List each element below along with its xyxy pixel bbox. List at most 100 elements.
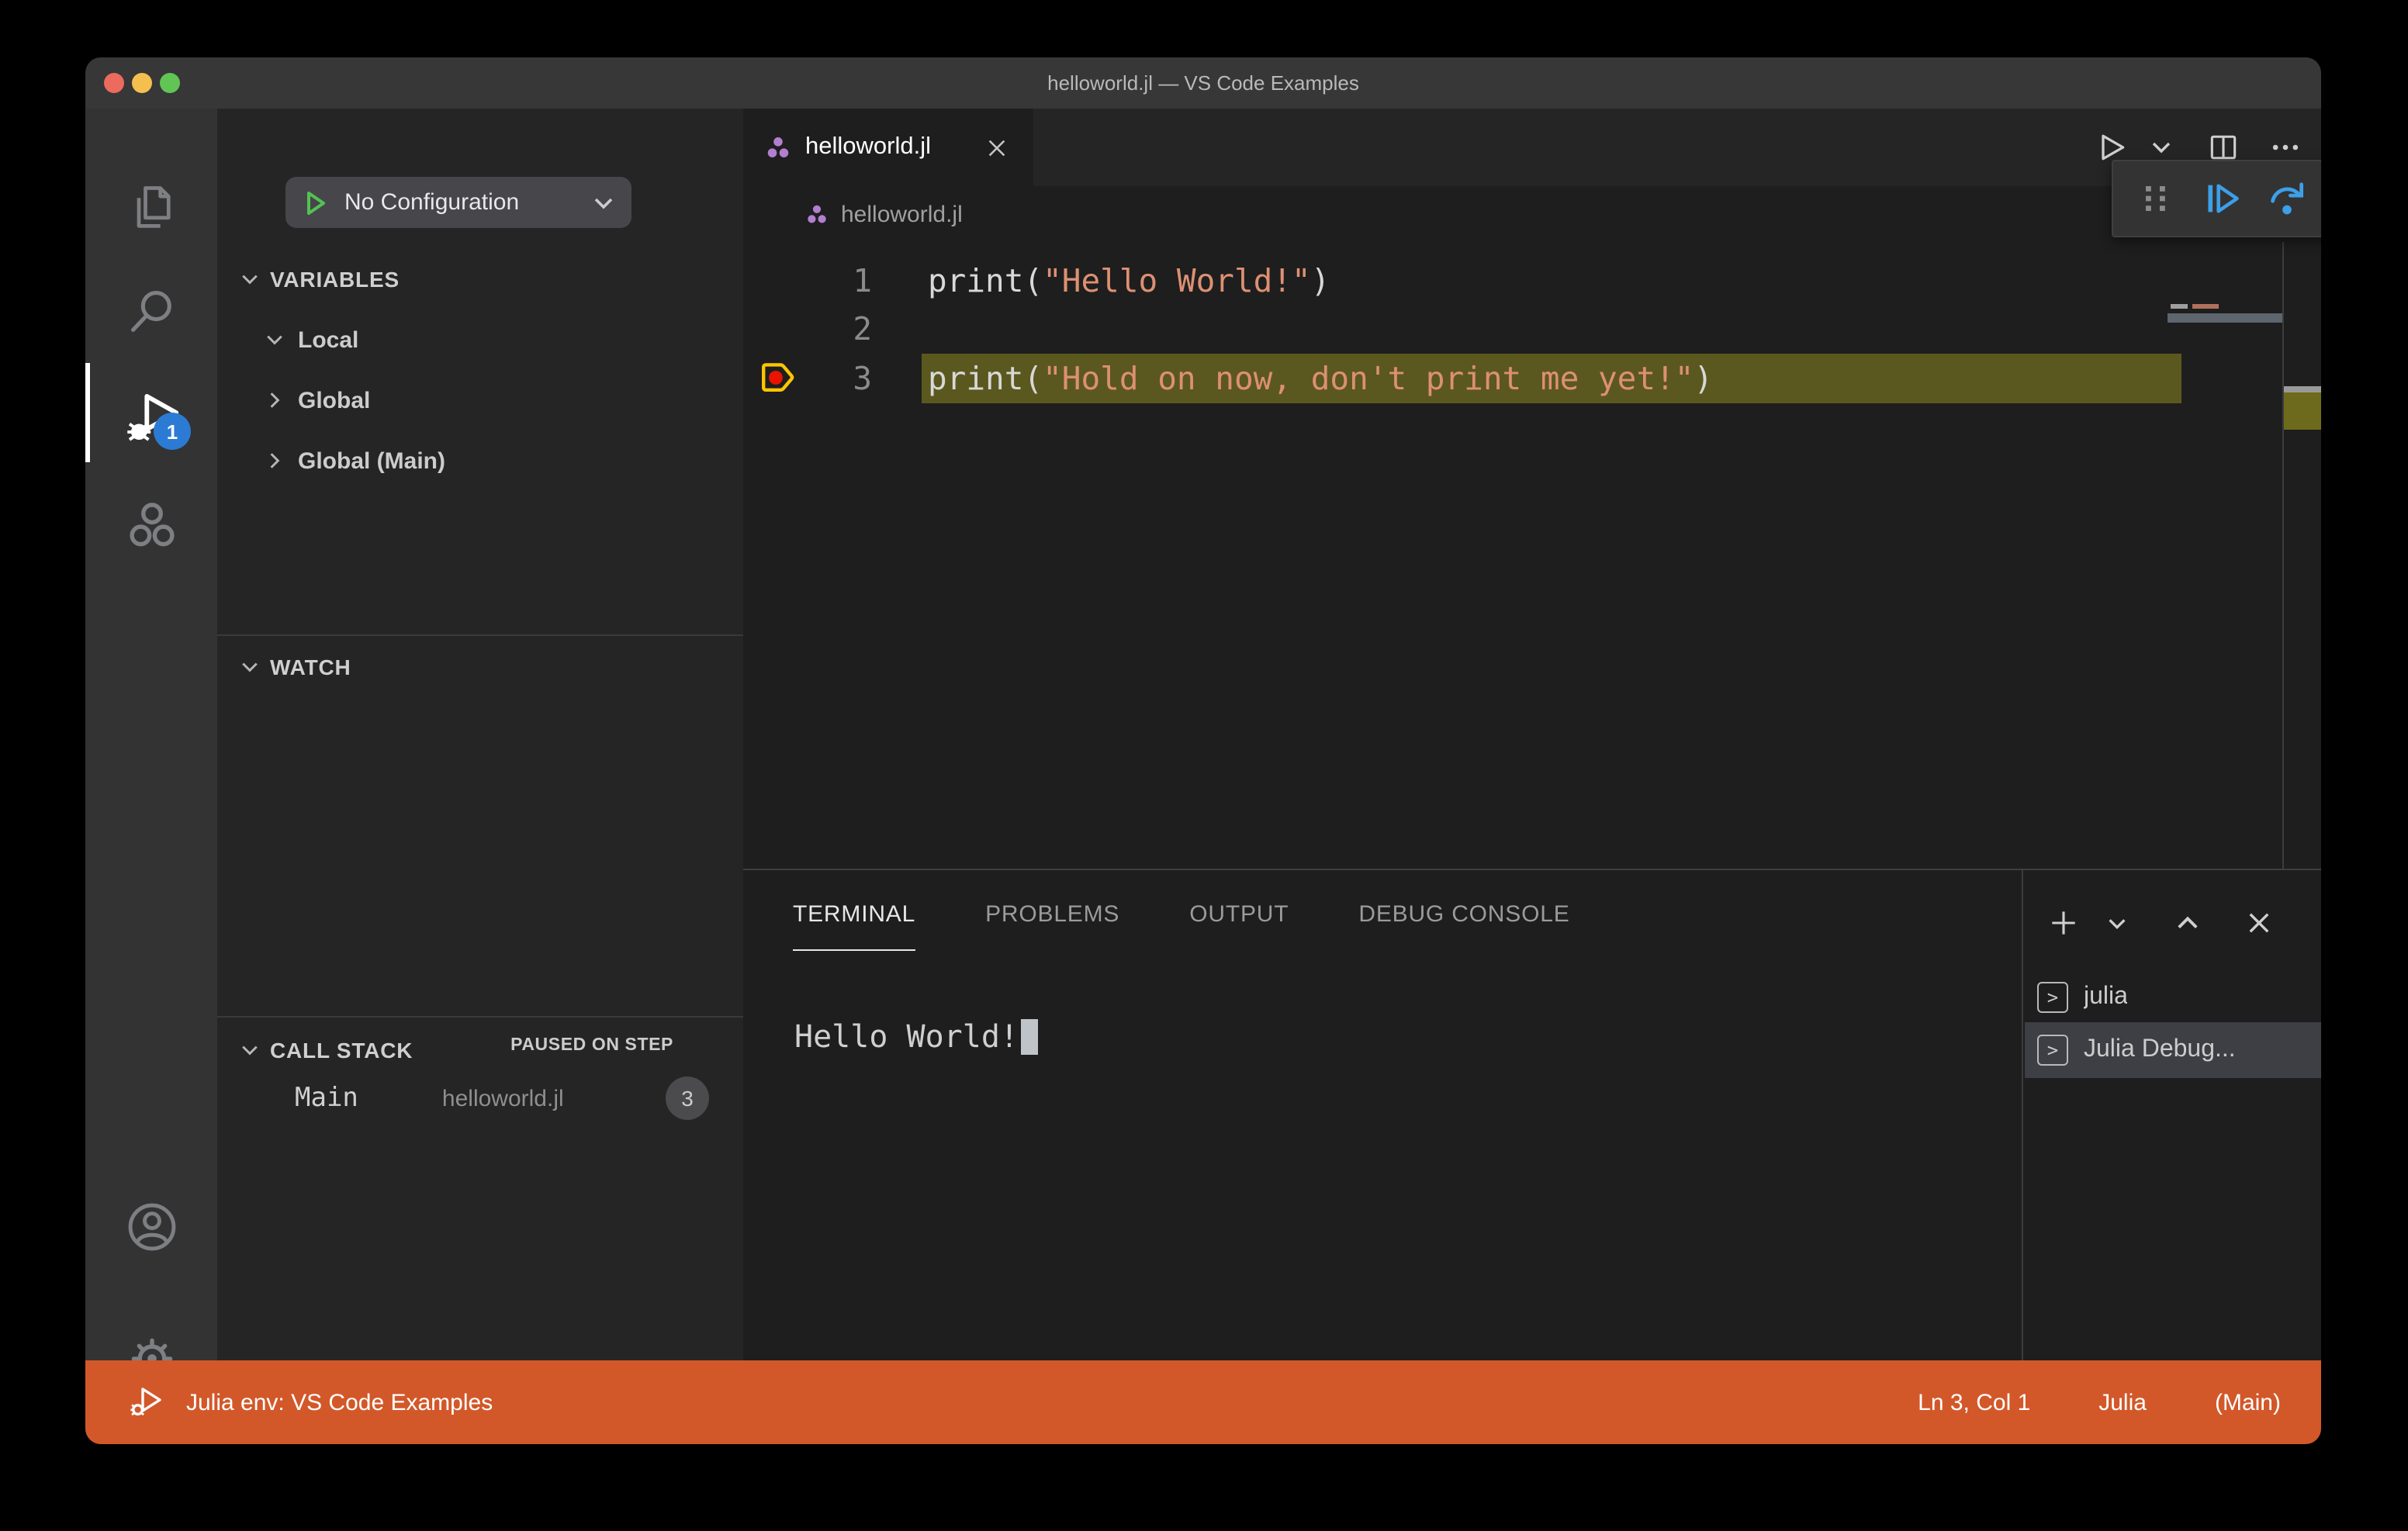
terminal-item-icon: > xyxy=(2037,1035,2068,1066)
julia-debug-icon xyxy=(129,1384,166,1421)
drag-handle-icon[interactable] xyxy=(2135,177,2178,220)
ruler-current-line-marker xyxy=(2284,392,2321,430)
chevron-down-icon xyxy=(236,653,264,681)
debug-sidebar: No Configuration VARIABLES Local Global … xyxy=(217,109,864,1390)
overview-ruler[interactable] xyxy=(2282,242,2321,869)
section-title: WATCH xyxy=(270,655,351,679)
token-paren: ) xyxy=(1310,261,1330,299)
close-tab-icon[interactable] xyxy=(981,132,1012,163)
breadcrumb[interactable]: helloworld.jl xyxy=(743,186,2321,242)
debug-config-dropdown[interactable]: No Configuration xyxy=(285,177,631,228)
start-debug-icon xyxy=(301,188,329,216)
repl-module-status[interactable]: (Main) xyxy=(2215,1389,2281,1415)
terminal-cursor xyxy=(1020,1018,1037,1054)
step-over-button[interactable] xyxy=(2266,177,2309,220)
close-button[interactable] xyxy=(104,73,124,93)
active-view-indicator xyxy=(85,363,90,462)
breakpoint-current-line-icon[interactable] xyxy=(759,357,801,399)
tree-item-local[interactable]: Local xyxy=(261,320,726,360)
terminal-output-text: Hello World! xyxy=(794,1018,1019,1055)
editor-area: helloworld.jl helloworld.jl 1 print ("H… xyxy=(743,109,2321,869)
language-mode-status[interactable]: Julia xyxy=(2098,1389,2147,1415)
tab-label: helloworld.jl xyxy=(805,133,931,160)
minimap[interactable] xyxy=(2168,242,2282,869)
code-line-1[interactable]: 1 print("Hello World!") xyxy=(743,256,2321,305)
code-line-2[interactable]: 2 xyxy=(743,305,2321,354)
terminal-item-label: julia xyxy=(2084,983,2128,1010)
explorer-icon xyxy=(125,181,178,234)
chevron-down-icon xyxy=(261,326,289,354)
vscode-window: helloworld.jl — VS Code Examples 1 No Co… xyxy=(85,57,2321,1444)
zoom-button[interactable] xyxy=(160,73,180,93)
call-stack-section-header[interactable]: CALL STACK xyxy=(236,1032,546,1069)
tree-item-label: Global xyxy=(298,387,371,413)
account-icon xyxy=(123,1199,179,1255)
tab-debug-console[interactable]: DEBUG CONSOLE xyxy=(1358,901,1569,951)
cursor-position-status[interactable]: Ln 3, Col 1 xyxy=(1918,1389,2030,1415)
code-line-3[interactable]: 3 print("Hold on now, don't print me yet… xyxy=(743,354,2321,403)
terminal-viewport[interactable]: Hello World! xyxy=(794,1018,1037,1055)
chevron-down-icon xyxy=(236,265,264,293)
terminal-item-label: Julia Debug... xyxy=(2084,1036,2236,1063)
chevron-down-icon xyxy=(236,1036,264,1064)
chevron-down-icon xyxy=(591,190,616,215)
call-stack-frame[interactable]: Main helloworld.jl 3 xyxy=(217,1073,743,1123)
frame-name: Main xyxy=(295,1083,358,1114)
julia-env-label: Julia env: VS Code Examples xyxy=(186,1389,493,1415)
token-paren: ) xyxy=(1694,359,1714,397)
gutter[interactable]: 2 xyxy=(743,305,922,354)
minimap-line-1 xyxy=(2171,304,2219,309)
bottom-panel: TERMINAL PROBLEMS OUTPUT DEBUG CONSOLE H… xyxy=(743,869,2321,1362)
tab-helloworld[interactable]: helloworld.jl xyxy=(743,109,1033,186)
status-bar-right: Ln 3, Col 1 Julia (Main) xyxy=(1918,1389,2281,1415)
token-string: "Hold on now, don't print me yet!" xyxy=(1043,359,1694,397)
line-number: 3 xyxy=(853,359,872,397)
token-string: "Hello World!" xyxy=(1043,261,1311,299)
julia-icon xyxy=(123,498,179,554)
ruler-selection-marker xyxy=(2284,386,2321,392)
julia-file-icon xyxy=(765,134,791,161)
debug-toolbar xyxy=(2112,160,2321,237)
terminal-list-item-julia[interactable]: > julia xyxy=(2025,973,2321,1022)
activity-bar: 1 xyxy=(85,109,217,1380)
watch-section-header[interactable]: WATCH xyxy=(236,648,732,686)
account-button[interactable] xyxy=(85,1171,217,1283)
tab-terminal[interactable]: TERMINAL xyxy=(793,901,916,951)
desktop-background: helloworld.jl — VS Code Examples 1 No Co… xyxy=(0,0,2408,1531)
tab-problems[interactable]: PROBLEMS xyxy=(985,901,1119,951)
section-title: CALL STACK xyxy=(270,1038,413,1063)
tab-bar: helloworld.jl xyxy=(743,109,2321,186)
gutter[interactable]: 3 xyxy=(743,354,922,403)
terminal-list: > julia > Julia Debug... xyxy=(2022,870,2321,1362)
search-icon xyxy=(125,285,178,338)
terminal-list-item-julia-debug[interactable]: > Julia Debug... xyxy=(2025,1022,2321,1078)
continue-button[interactable] xyxy=(2201,177,2244,220)
chevron-right-icon xyxy=(261,386,289,414)
variables-section-header[interactable]: VARIABLES xyxy=(236,261,732,298)
line-number: 1 xyxy=(853,261,872,299)
section-divider xyxy=(217,1016,743,1018)
tree-item-global[interactable]: Global xyxy=(261,380,726,420)
chevron-right-icon xyxy=(261,447,289,475)
julia-env-status[interactable]: Julia env: VS Code Examples xyxy=(129,1384,493,1421)
tab-output[interactable]: OUTPUT xyxy=(1189,901,1289,951)
token-function: print xyxy=(928,359,1024,397)
status-bar: Julia env: VS Code Examples Ln 3, Col 1 … xyxy=(85,1360,2321,1444)
terminal-item-icon: > xyxy=(2037,982,2068,1013)
section-divider xyxy=(217,634,743,636)
julia-file-icon xyxy=(805,202,829,226)
token-paren: ( xyxy=(1023,261,1043,299)
paused-status-badge: PAUSED ON STEP xyxy=(510,1036,673,1055)
minimize-button[interactable] xyxy=(132,73,152,93)
tree-item-label: Global (Main) xyxy=(298,448,445,474)
sidebar-item-search[interactable] xyxy=(85,256,217,368)
breadcrumb-item: helloworld.jl xyxy=(841,201,963,227)
gutter[interactable]: 1 xyxy=(743,256,922,305)
tree-item-global-main[interactable]: Global (Main) xyxy=(261,441,726,481)
code-editor[interactable]: 1 print("Hello World!") 2 3 print ("Hol… xyxy=(743,242,2321,869)
panel-tabs: TERMINAL PROBLEMS OUTPUT DEBUG CONSOLE xyxy=(793,901,1570,951)
sidebar-item-explorer[interactable] xyxy=(85,152,217,264)
sidebar-item-run-debug[interactable] xyxy=(85,363,217,475)
title-bar[interactable]: helloworld.jl — VS Code Examples xyxy=(85,57,2321,109)
sidebar-item-julia[interactable] xyxy=(85,470,217,582)
